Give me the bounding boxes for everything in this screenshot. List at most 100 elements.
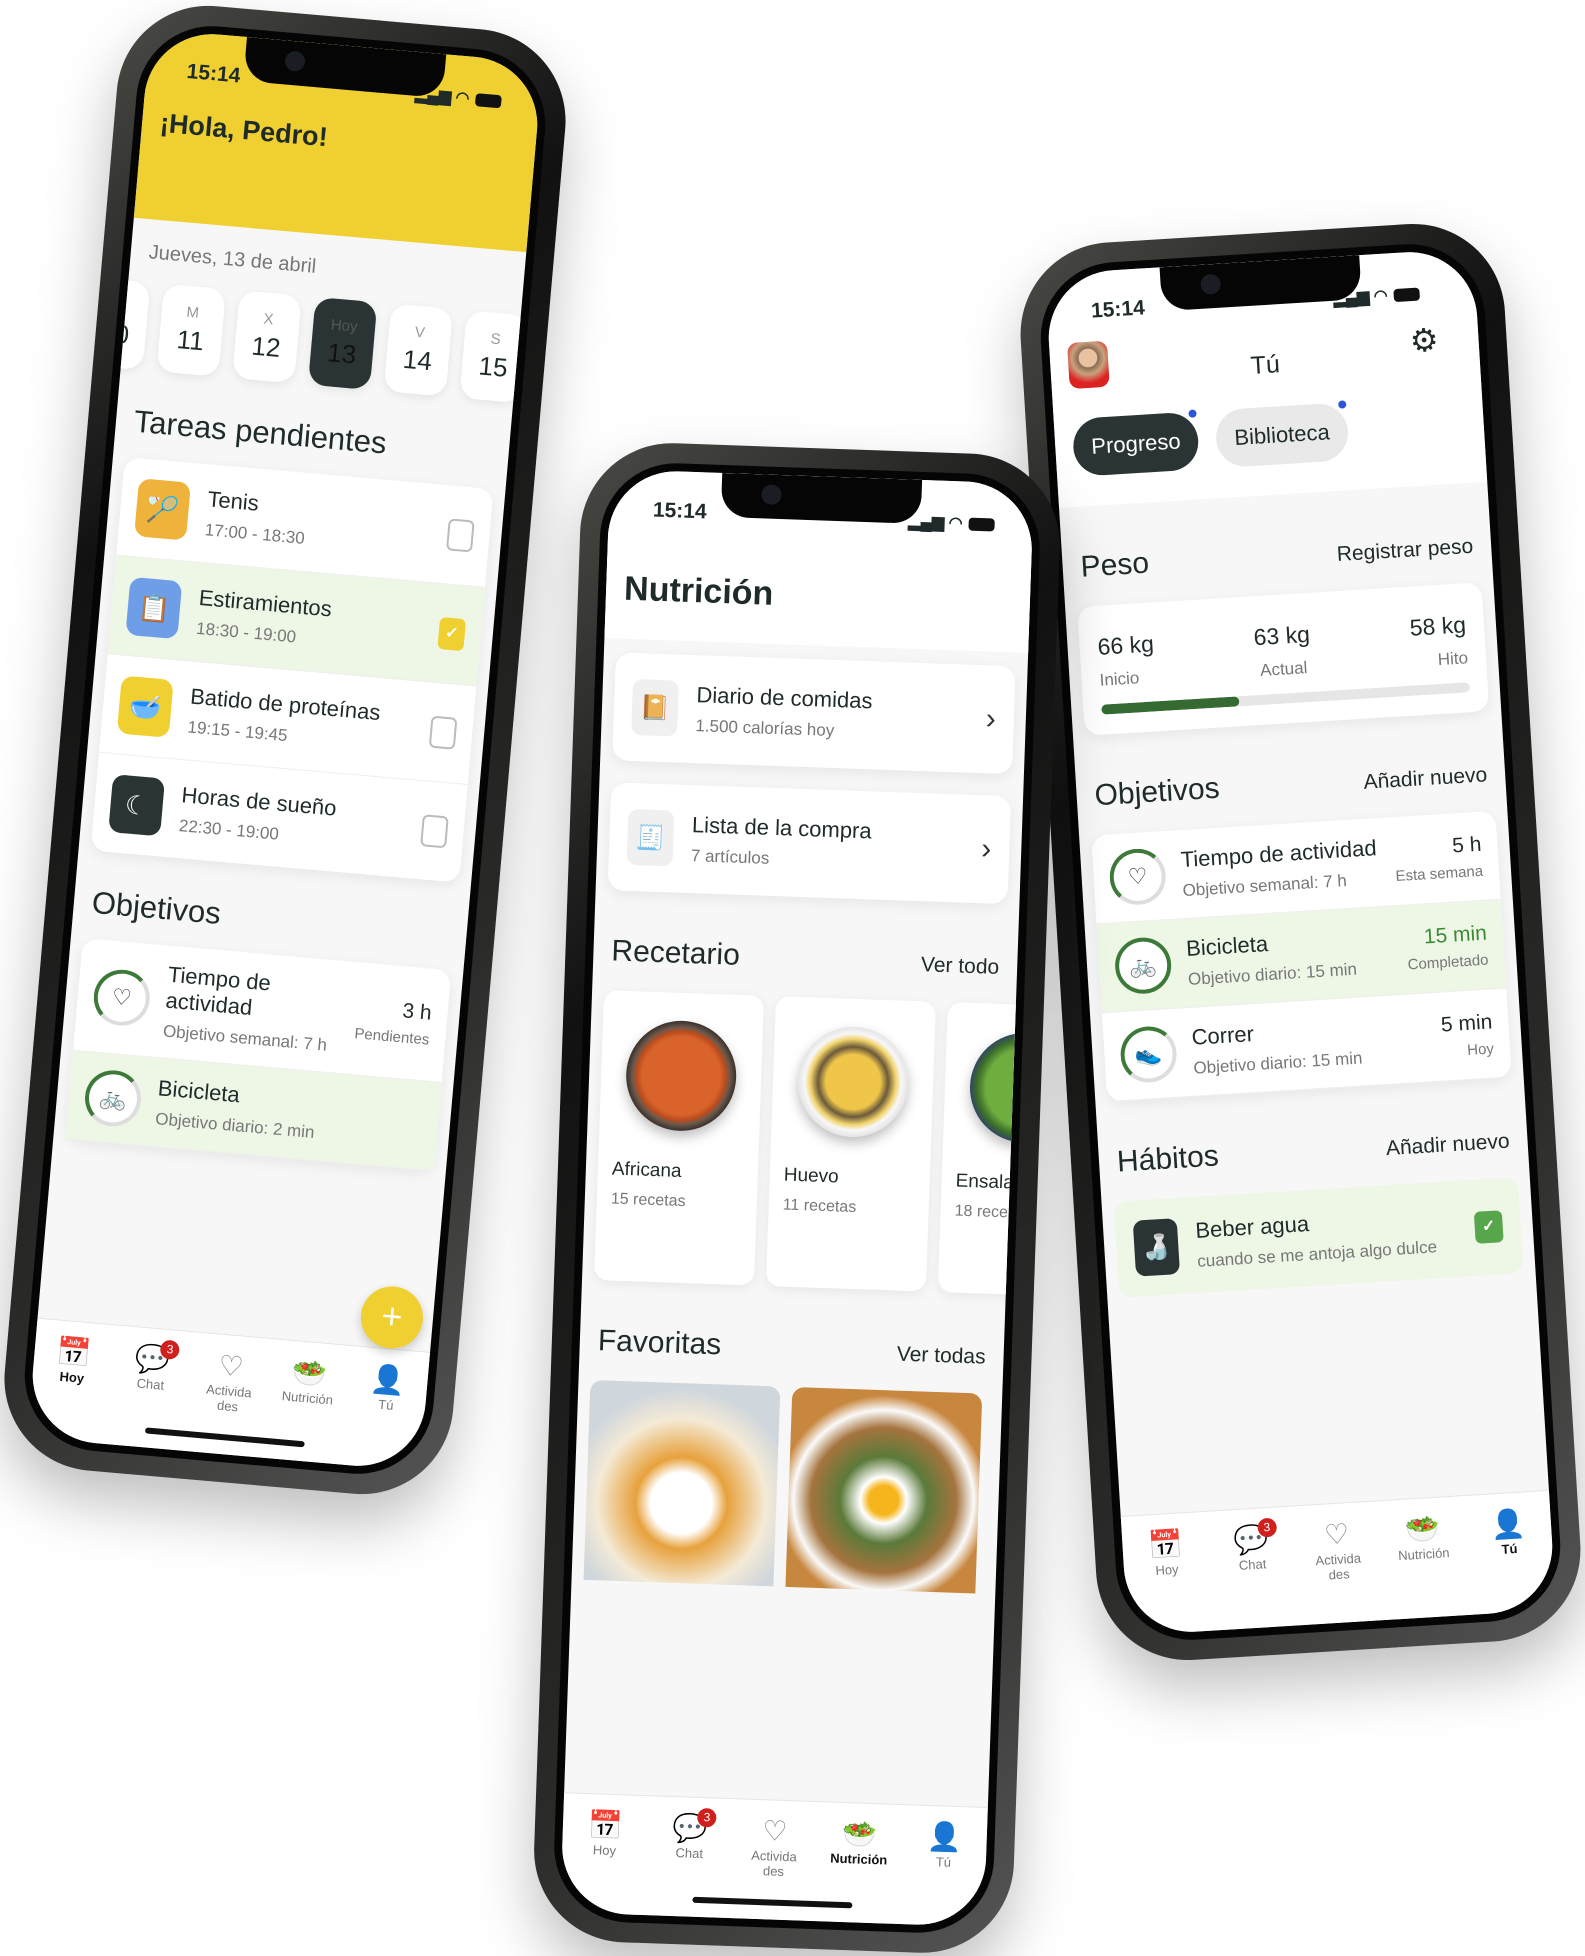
user-icon: 👤: [1489, 1507, 1527, 1541]
task-checkbox[interactable]: [428, 715, 458, 750]
section-title-favoritas: Favoritas: [597, 1324, 722, 1362]
recipe-card[interactable]: Africana 15 recetas: [594, 990, 765, 1286]
bottom-nav: 📅 Hoy 💬 3 Chat ♡ Activida des 🥗 Nutrición 👤 Tú: [27, 1317, 431, 1472]
phone-nutricion: 15:14 ▂▄▆ ◠ Nutrición 📔 Diario de comidas 1…: [530, 440, 1064, 1956]
register-weight-link[interactable]: Registrar peso: [1336, 535, 1474, 567]
goal-status: Hoy: [1466, 1039, 1495, 1059]
heart-pulse-icon: ♡: [1323, 1518, 1351, 1551]
status-icons: ▂▄▆ ◠: [1333, 284, 1421, 309]
goal-title: Bicicleta: [1185, 931, 1269, 961]
chevron-right-icon: ›: [980, 832, 992, 866]
task-list: 🏸 Tenis 17:00 - 18:30 📋 Estiramientos 18:30 …: [90, 456, 494, 883]
nav-hoy[interactable]: 📅 Hoy: [567, 1807, 641, 1914]
day-15[interactable]: S 15: [459, 310, 529, 404]
section-title-goals: Objetivos: [1093, 771, 1221, 813]
nav-chat[interactable]: 💬 3 Chat: [1215, 1517, 1291, 1630]
nav-actividades[interactable]: ♡ Activida des: [1301, 1516, 1377, 1625]
nav-label: Chat: [1238, 1556, 1267, 1573]
nav-label: Nutrición: [281, 1388, 334, 1408]
task-checkbox[interactable]: [420, 814, 449, 849]
nav-label: Hoy: [592, 1842, 617, 1859]
habit-item[interactable]: 🍶 Beber agua cuando se me antoja algo dulc…: [1113, 1177, 1524, 1298]
task-checkbox-checked[interactable]: ✓: [437, 617, 467, 652]
tab-progreso[interactable]: Progreso: [1071, 407, 1201, 477]
goal-list: ♡ Tiempo de actividad Objetivo semanal: 7 …: [65, 938, 452, 1172]
page-title: Tú: [1249, 350, 1281, 380]
tabs: Progreso Biblioteca: [1071, 395, 1468, 477]
food-diary-icon: 📔: [631, 678, 679, 737]
calendar-icon: 📅: [55, 1335, 93, 1370]
add-fab-button[interactable]: +: [358, 1283, 426, 1352]
moon-icon: ☾: [108, 774, 166, 837]
recipe-card[interactable]: Huevo 11 recetas: [765, 996, 936, 1292]
day-16[interactable]: D16: [535, 316, 543, 410]
weight-value: 66 kg: [1096, 630, 1155, 660]
day-number: 11: [175, 324, 206, 357]
favorite-dish-image[interactable]: [785, 1386, 983, 1594]
weight-value: 63 kg: [1252, 620, 1311, 651]
status-icons: ▂▄▆ ◠: [908, 511, 995, 534]
habit-checkbox-checked[interactable]: ✓: [1473, 1210, 1504, 1244]
see-all-favorites-link[interactable]: Ver todas: [896, 1343, 985, 1370]
goal-sub: Objetivo semanal: 7 h: [1182, 871, 1348, 901]
nav-hoy[interactable]: 📅 Hoy: [32, 1333, 111, 1444]
status-time: 15:14: [185, 59, 242, 88]
goal-status: Pendientes: [353, 1024, 431, 1049]
bowl-icon: 🥣: [116, 675, 174, 738]
day-number: 15: [477, 350, 509, 383]
day-letter: S: [489, 330, 502, 349]
racket-icon: 🏸: [134, 478, 191, 541]
heart-pulse-icon: ♡: [217, 1349, 245, 1383]
dish-image: [796, 1025, 910, 1139]
bottom-nav: 📅 Hoy 💬 3 Chat ♡ Activida des 🥗 Nutrición 👤 Tú: [559, 1792, 988, 1927]
tab-biblioteca[interactable]: Biblioteca: [1214, 398, 1350, 469]
bowl-icon: 🥗: [290, 1356, 329, 1390]
goal-value: 15 min: [1423, 921, 1488, 948]
favorites-list: [572, 1379, 1003, 1594]
goal-status: Esta semana: [1395, 862, 1484, 885]
recipe-count: 11 recetas: [782, 1196, 857, 1217]
task-checkbox[interactable]: [446, 518, 475, 553]
nav-tu[interactable]: 👤 Tú: [345, 1360, 424, 1471]
recipe-card[interactable]: Ensalada 18 recetas: [937, 1002, 1035, 1298]
day-10[interactable]: L 10: [80, 277, 151, 371]
day-number: 10: [98, 317, 131, 350]
heart-icon: ♡: [91, 967, 153, 1029]
chat-badge: 3: [1256, 1517, 1277, 1538]
recipe-count: 15 recetas: [610, 1190, 686, 1211]
clipboard-icon: 📋: [125, 576, 183, 640]
nav-nutricion[interactable]: 🥗 Nutrición: [267, 1354, 346, 1465]
nav-nutricion[interactable]: 🥗 Nutrición: [1386, 1511, 1462, 1620]
user-icon: 👤: [369, 1362, 407, 1397]
shopping-list-row[interactable]: 🧾 Lista de la compra 7 artículos ›: [607, 782, 1012, 905]
row-sub: 7 artículos: [690, 846, 770, 868]
add-goal-link[interactable]: Añadir nuevo: [1363, 763, 1488, 795]
recipe-carousel: Africana 15 recetas Huevo 11 recetas Ensal…: [582, 990, 1035, 1298]
goal-value: 5 min: [1440, 1009, 1493, 1037]
goal-value: 5 h: [1451, 832, 1483, 858]
goal-sub: Objetivo diario: 15 min: [1192, 1048, 1363, 1078]
notification-dot: [1186, 407, 1200, 420]
nav-hoy[interactable]: 📅 Hoy: [1130, 1526, 1206, 1635]
see-all-link[interactable]: Ver todo: [921, 953, 1000, 980]
nav-label: Activida des: [205, 1381, 253, 1415]
nav-tu[interactable]: 👤 Tú: [1472, 1505, 1548, 1614]
section-title-peso: Peso: [1079, 546, 1150, 584]
day-13-today[interactable]: Hoy 13: [307, 296, 378, 391]
status-icons: ▂▄▆ ◠: [414, 84, 502, 111]
goal-title: Correr: [1190, 1021, 1255, 1050]
recipe-name: Huevo: [783, 1164, 840, 1188]
nav-tu[interactable]: 👤 Tú: [906, 1819, 980, 1926]
chevron-right-icon: ›: [985, 702, 997, 736]
chat-badge: 3: [159, 1339, 181, 1361]
bicycle-icon: 🚲: [1113, 935, 1173, 996]
day-letter: X: [262, 310, 275, 329]
gear-icon[interactable]: ⚙: [1409, 320, 1440, 360]
food-diary-row[interactable]: 📔 Diario de comidas 1.500 calorías hoy ›: [612, 652, 1016, 775]
add-habit-link[interactable]: Añadir nuevo: [1385, 1130, 1510, 1162]
favorite-dish-image[interactable]: [583, 1379, 781, 1587]
day-12[interactable]: X 12: [232, 290, 302, 384]
day-14[interactable]: V 14: [383, 303, 454, 397]
day-letter: V: [414, 323, 426, 342]
day-11[interactable]: M 11: [156, 283, 226, 377]
